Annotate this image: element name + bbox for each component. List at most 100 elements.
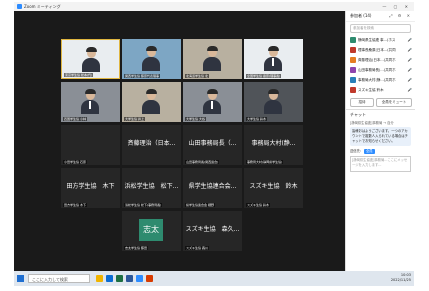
participant-display-name: スズキ生協 鈴木 xyxy=(249,183,298,190)
start-button-icon[interactable] xyxy=(17,275,24,282)
participant-display-name: 斉藤理治（日本... xyxy=(127,140,176,147)
send-to-label: 送信先: xyxy=(350,149,362,153)
mic-muted-icon: 🎤 xyxy=(407,78,412,82)
tile-name: 山田事務局長(関西連合) xyxy=(185,160,220,164)
video-tile[interactable]: 浜松学生協 松下... 浜松学生協 松下(事務局長) xyxy=(122,168,181,208)
send-to-dropdown[interactable]: 全員 xyxy=(364,149,375,154)
participant-display-name: 県学生協連合会... xyxy=(188,183,237,190)
video-tile[interactable]: 関西学生協 藤原代表理事 xyxy=(122,39,181,79)
video-tile[interactable]: 全国学生協 桑原(理事長) xyxy=(244,39,303,79)
tile-name: スズキ生協 森川 xyxy=(185,246,209,250)
chat-message-text: 皆様おはようございます。一つのアカウントで複数人入られている場合はチャットでお知… xyxy=(350,127,411,146)
chat-input[interactable]: [静岡県生協連]事務局...ここにメッセージを入力します... xyxy=(350,156,411,172)
participant-row[interactable]: 山田事務局長(...(共同ホスト) 🎤 xyxy=(346,65,415,75)
tile-name: 北海道学生協 北 xyxy=(185,74,209,78)
window-controls[interactable]: — ▢ ✕ xyxy=(382,2,411,11)
avatar xyxy=(350,67,356,73)
avatar xyxy=(350,57,356,63)
tile-name: 東京学生協 松本(代) xyxy=(64,73,94,77)
participant-display-name: 事務局大村(静... xyxy=(251,140,296,147)
tile-name: 関西学生協 藤原代表理事 xyxy=(124,74,160,78)
video-tile[interactable]: 大学生協 鈴木 xyxy=(244,82,303,122)
tile-name: 四国学生協 小林 xyxy=(63,117,87,121)
participant-display-name: 山田事務局長（... xyxy=(188,140,237,147)
video-tile[interactable]: 斉藤理治（日本... xyxy=(122,125,181,165)
participant-actions: 招待 全員をミュート xyxy=(350,98,412,107)
excel-icon[interactable] xyxy=(116,275,123,282)
mute-all-button[interactable]: 全員をミュート xyxy=(376,98,412,107)
invite-button[interactable]: 招待 xyxy=(350,98,374,107)
video-tile[interactable]: 田方学生協 木下 田方学生協 木下 xyxy=(61,168,120,208)
video-tile[interactable]: 北海道学生協 北 xyxy=(183,39,242,79)
video-tile[interactable]: 事務局大村(静... 事務局大村(静岡県学生協) xyxy=(244,125,303,165)
tile-name: 事務局大村(静岡県学生協) xyxy=(246,160,284,164)
participant-display-name: 田方学生協 木下 xyxy=(66,183,115,190)
participant-video xyxy=(264,46,282,71)
participant-row[interactable]: 斉藤理治(日本...(共同ホスト) 🎤 xyxy=(346,55,415,65)
video-tile[interactable]: 県学生協連合会... 県学生協連合会 細野 xyxy=(183,168,242,208)
panel-header-icons[interactable]: ⤢ ⚙ ✕ xyxy=(389,11,412,21)
participant-video xyxy=(82,47,100,72)
participant-row[interactable]: スズキ生協 鈴木 🎤 xyxy=(346,85,415,95)
video-tile[interactable]: スズキ生協 鈴木 スズキ生協 鈴木 xyxy=(244,168,303,208)
video-gallery: 東京学生協 松本(代) 関西学生協 藤原代表理事 北海道学生協 北 全国学生協 … xyxy=(14,11,345,273)
video-tile[interactable]: 小田学生協 石原 xyxy=(61,125,120,165)
video-tile[interactable]: 大学生協 大谷 xyxy=(183,82,242,122)
word-icon[interactable] xyxy=(126,275,133,282)
participant-label: 事務局大村(静...(共同ホスト) xyxy=(358,78,396,82)
chat-sender: [静岡県生協連]事務局 → 自分 xyxy=(350,121,394,125)
video-tile[interactable]: 大学生協 井上 xyxy=(122,82,181,122)
system-clock[interactable]: 10:03 2022/11/25 xyxy=(391,273,411,283)
file-explorer-icon[interactable] xyxy=(96,275,103,282)
video-tile[interactable]: 東京学生協 松本(代) xyxy=(61,39,120,79)
clock-date: 2022/11/25 xyxy=(390,278,411,282)
video-tile[interactable]: 山田事務局長（... 山田事務局長(関西連合) xyxy=(183,125,242,165)
avatar xyxy=(350,87,356,93)
edge-browser-icon[interactable] xyxy=(106,275,113,282)
mic-muted-icon: 🎤 xyxy=(407,38,412,42)
video-tile[interactable]: スズキ生協 森久... スズキ生協 森川 xyxy=(183,211,242,251)
participant-video xyxy=(203,89,221,114)
avatar xyxy=(350,47,356,53)
participant-avatar: 志太 xyxy=(139,219,163,241)
powerpoint-icon[interactable] xyxy=(146,275,153,282)
send-to-row: 送信先: 全員 xyxy=(350,148,411,155)
participant-display-name: スズキ生協 森久... xyxy=(185,226,240,233)
tile-name: 志太学生協 藤田 xyxy=(124,246,148,250)
participant-display-name: 浜松学生協 松下... xyxy=(124,183,179,190)
chat-message: [静岡県生協連]事務局 → 自分 皆様おはようございます。一つのアカウントで複数… xyxy=(350,121,411,146)
participant-row[interactable]: 理事長桑原(日本...(共同ホスト) 🎤 xyxy=(346,45,415,55)
chat-header: チャット xyxy=(346,109,415,119)
participant-search-input[interactable]: 参加者を検索 xyxy=(350,24,411,33)
window-title: Zoom ミーティング xyxy=(24,4,61,9)
zoom-app-icon[interactable] xyxy=(136,275,143,282)
participants-title: 参加者 (14) xyxy=(350,13,372,18)
side-panel: 参加者 (14) ⤢ ⚙ ✕ 参加者を検索 静岡県生協連 事...(ホスト、自分… xyxy=(345,11,415,273)
participant-video xyxy=(203,46,221,71)
avatar xyxy=(350,77,356,83)
participant-row[interactable]: 静岡県生協連 事...(ホスト、自分) 🎤 xyxy=(346,35,415,45)
zoom-logo-icon xyxy=(17,4,22,9)
title-bar: Zoom ミーティング — ▢ ✕ xyxy=(14,2,414,11)
participant-video xyxy=(81,89,99,114)
participant-label: 理事長桑原(日本...(共同ホスト) xyxy=(358,48,396,52)
zoom-window: Zoom ミーティング — ▢ ✕ 東京学生協 松本(代) 関西学生協 藤原代表… xyxy=(14,2,415,286)
video-tile[interactable]: 四国学生協 小林 xyxy=(61,82,120,122)
tile-name: 大学生協 井上 xyxy=(124,117,145,121)
avatar xyxy=(350,37,356,43)
mic-muted-icon: 🎤 xyxy=(407,68,412,72)
participant-video xyxy=(142,46,160,71)
participants-header: 参加者 (14) ⤢ ⚙ ✕ xyxy=(346,11,415,22)
video-tile[interactable]: 志太 志太学生協 藤田 xyxy=(122,211,181,251)
tile-name: 田方学生協 木下 xyxy=(63,203,87,207)
taskbar-search-input[interactable]: ここに入力して検索 xyxy=(28,274,90,283)
participant-row[interactable]: 事務局大村(静...(共同ホスト) 🎤 xyxy=(346,75,415,85)
tile-name: 大学生協 大谷 xyxy=(185,117,206,121)
tile-name: 大学生協 鈴木 xyxy=(246,117,267,121)
participant-video xyxy=(264,89,282,114)
tile-name: 小田学生協 石原 xyxy=(63,160,87,164)
participant-video xyxy=(142,89,160,114)
participant-label: 静岡県生協連 事...(ホスト、自分) xyxy=(358,38,396,42)
participant-label: 斉藤理治(日本...(共同ホスト) xyxy=(358,58,396,62)
tile-name: 浜松学生協 松下(事務局長) xyxy=(124,203,163,207)
